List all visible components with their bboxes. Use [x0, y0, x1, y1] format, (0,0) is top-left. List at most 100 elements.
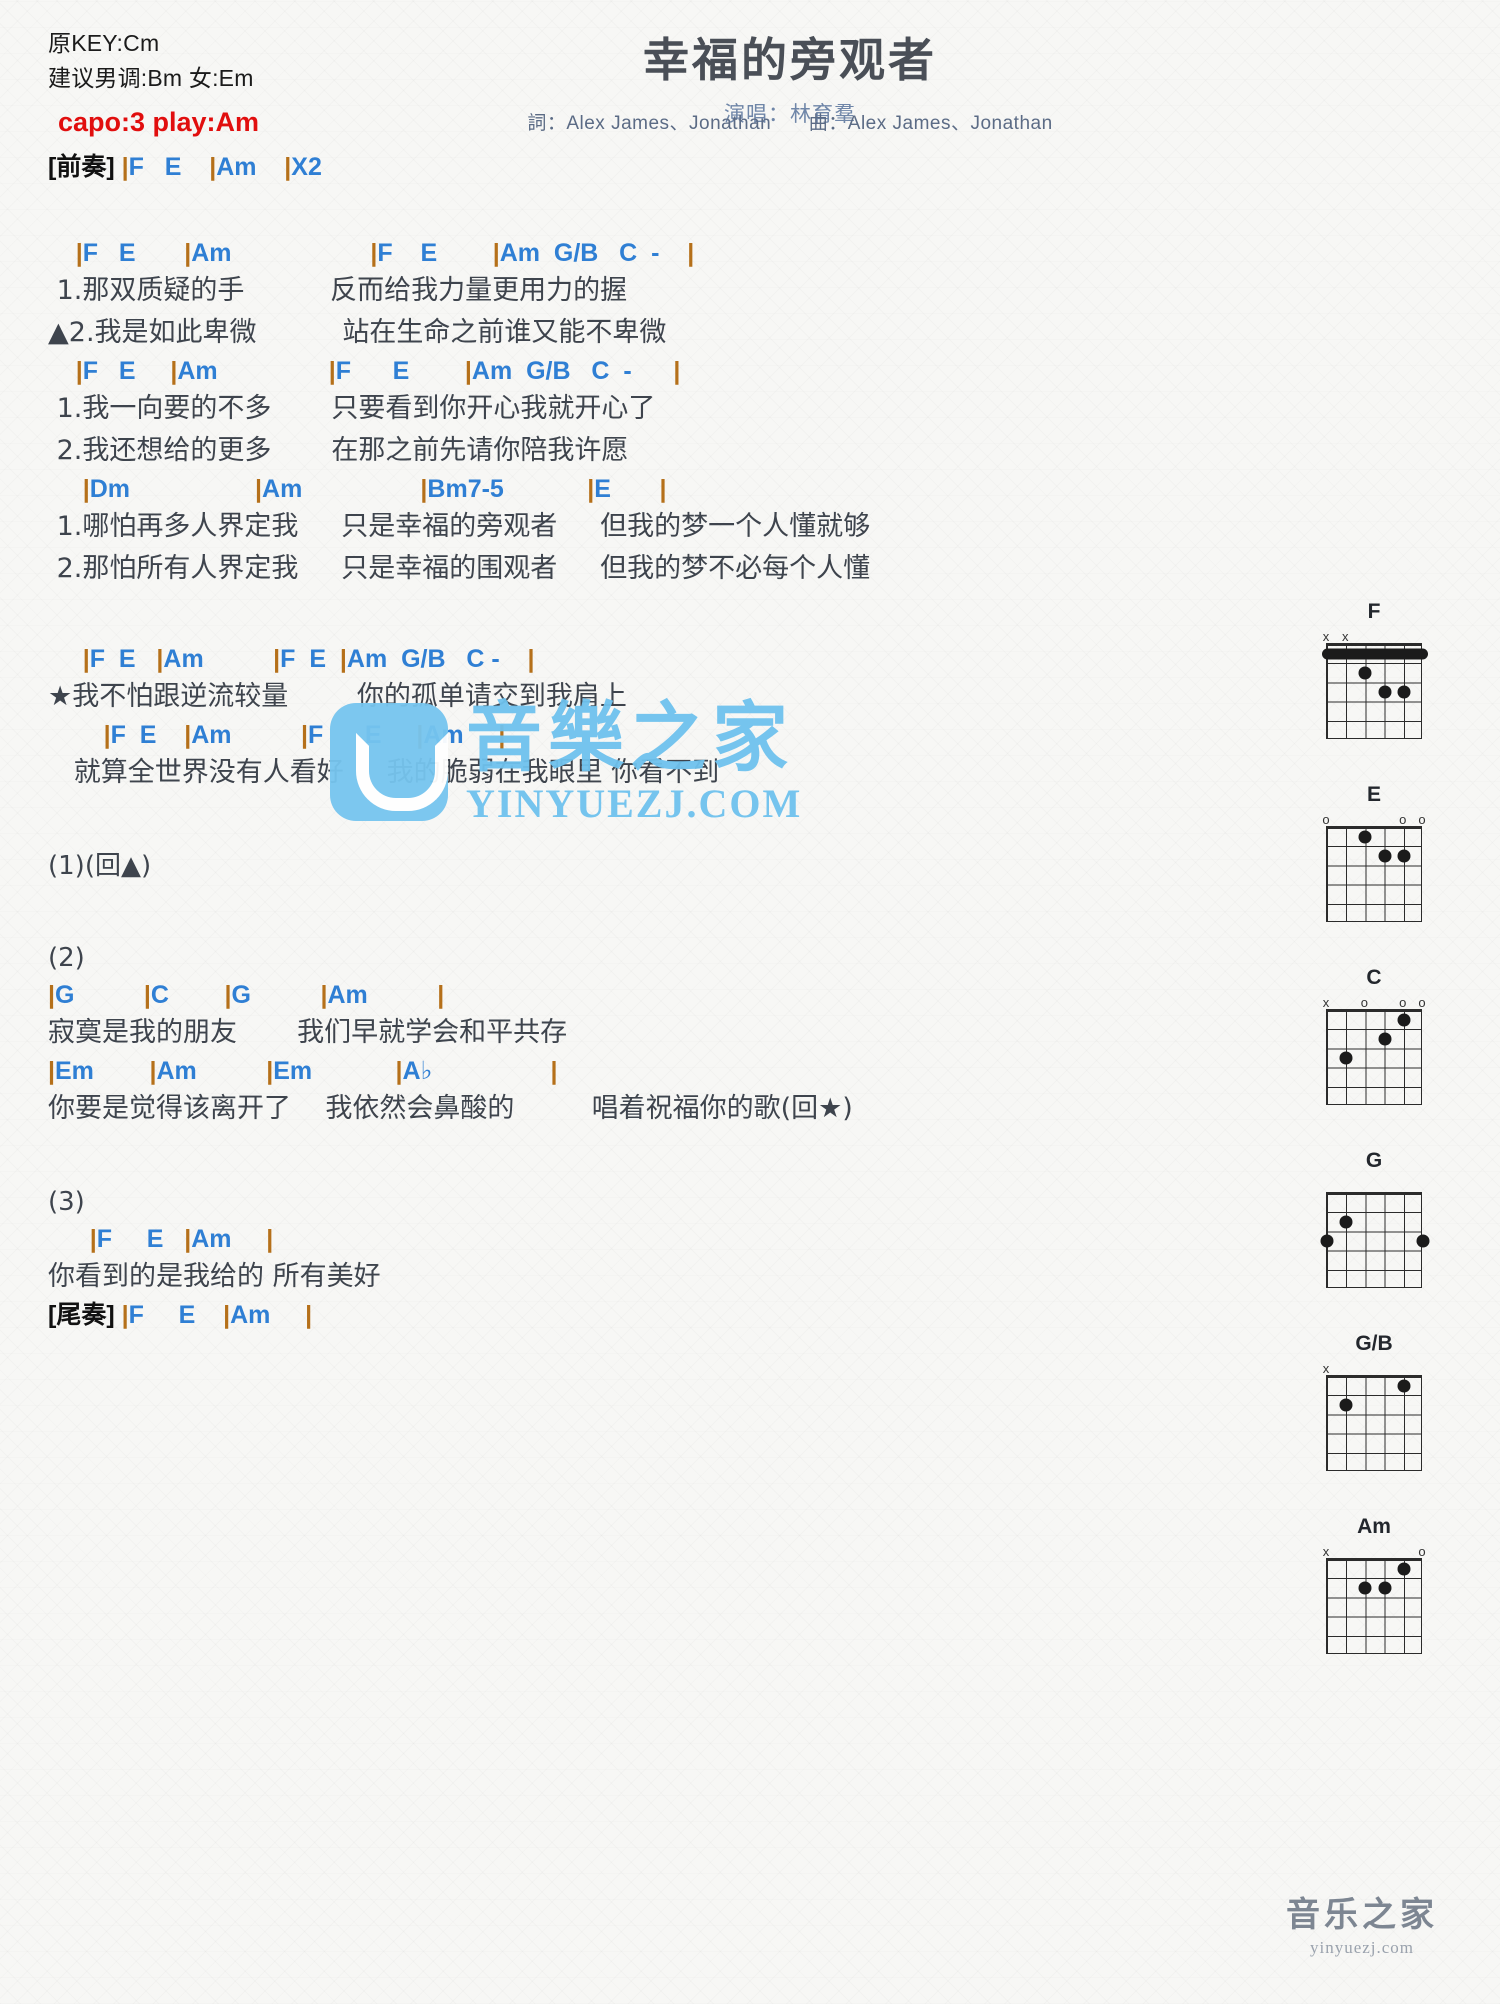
chord-diagram-grid-wrap: xo	[1322, 1544, 1426, 1654]
key-info-block: 原KEY:Cm 建议男调:Bm 女:Em capo:3 play:Am	[48, 26, 259, 143]
lyric-line: ▲2.我是如此卑微 站在生命之前谁又能不卑微	[48, 317, 667, 348]
nut-line	[1326, 1009, 1422, 1012]
finger-dot	[1397, 849, 1411, 863]
chord-diagram-name: F	[1367, 600, 1381, 623]
chord-diagram-F: Fxx	[1304, 600, 1444, 739]
lyric-line: 寂寞是我的朋友 我们早就学会和平共存	[48, 1017, 568, 1048]
chord-diagram-G-B: G/B x	[1304, 1332, 1444, 1471]
section-marker: (2)	[48, 943, 85, 973]
chord-line: |F E |Am |	[89, 1225, 274, 1253]
chord-diagram-C: Cxooo	[1304, 966, 1444, 1105]
chord-diagram-grid-wrap: xooo	[1322, 995, 1426, 1105]
muted-string-icon: x	[1322, 629, 1330, 644]
finger-dot	[1358, 1581, 1372, 1595]
open-mute-markers: ooo	[1322, 812, 1425, 827]
chord-line: |F E |Am |F E |Am G/B C - |	[75, 357, 681, 385]
page-title: 幸福的旁观者	[643, 33, 937, 87]
finger-dot	[1397, 685, 1411, 699]
lyric-line: ★我不怕跟逆流较量 你的孤单请交到我肩上	[48, 681, 627, 712]
fretboard-grid	[1320, 1192, 1430, 1288]
barre-bar	[1322, 648, 1428, 660]
fretboard-grid	[1326, 826, 1422, 922]
finger-dot	[1378, 1032, 1392, 1046]
lyric-line: 1.我一向要的不多 只要看到你开心我就开心了	[48, 393, 656, 424]
nut-line	[1326, 1558, 1422, 1561]
open-string-icon: o	[1399, 995, 1407, 1010]
footer-logo: 音乐之家 yinyuezj.com	[1286, 1887, 1438, 1958]
chord-diagram-column: Fx x Eo o o Cx o o o G G/B x Am x o	[1304, 600, 1444, 1698]
fretboard-grid	[1326, 1558, 1422, 1654]
section-marker: (1)(回▲)	[48, 851, 152, 881]
muted-string-icon: x	[1322, 1544, 1330, 1559]
chord-diagram-name: Am	[1357, 1515, 1391, 1538]
chord-diagram-grid-wrap: x	[1322, 1361, 1422, 1471]
lyric-line: 1.哪怕再多人界定我 只是幸福的旁观者 但我的梦一个人懂就够	[48, 511, 871, 542]
open-mute-markers: x	[1322, 1361, 1422, 1376]
footer-logo-en: yinyuezj.com	[1309, 1938, 1415, 1957]
finger-dot	[1378, 685, 1392, 699]
open-string-icon: o	[1399, 812, 1407, 827]
finger-dot	[1397, 1379, 1411, 1393]
chord-lyric-body: [前奏] |F E |Am |X2 |F E |Am |F E |Am G/B …	[0, 150, 1060, 1384]
lyric-line: 2.我还想给的更多 在那之前先请你陪我许愿	[48, 435, 629, 466]
fretboard-grid	[1322, 643, 1428, 739]
muted-string-icon: x	[1341, 629, 1349, 644]
muted-string-icon: x	[1322, 1361, 1330, 1376]
open-string-icon: o	[1418, 1544, 1426, 1559]
chord-line: |F E |Am |F E |Am G/B C - |	[82, 645, 535, 673]
chord-diagram-G: G	[1304, 1149, 1444, 1288]
chord-diagram-grid-wrap	[1320, 1179, 1430, 1288]
finger-dot	[1397, 1013, 1411, 1027]
suggested-key: 建议男调:Bm 女:Em	[48, 64, 254, 91]
open-mute-markers: xo	[1322, 1544, 1426, 1559]
open-string-icon: o	[1360, 995, 1369, 1010]
finger-dot	[1397, 1562, 1411, 1576]
outro-line: [尾奏] |F E |Am |	[48, 1301, 313, 1329]
lyric-line: 2.那怕所有人界定我 只是幸福的围观者 但我的梦不必每个人懂	[48, 553, 871, 584]
open-string-icon: o	[1322, 812, 1330, 827]
chord-diagram-name: C	[1366, 966, 1382, 989]
chord-line: |F E |Am |F E |Am |	[103, 721, 506, 749]
capo-instruction: capo:3 play:Am	[58, 106, 260, 137]
finger-dot	[1378, 849, 1392, 863]
finger-dot	[1339, 1051, 1353, 1065]
nut-line	[1326, 1192, 1422, 1195]
open-mute-markers: xooo	[1322, 995, 1426, 1010]
composer-credit: 曲：Alex James、Jonathan	[808, 113, 1053, 134]
footer-logo-cn: 音乐之家	[1286, 1895, 1438, 1935]
chord-diagram-Am: Am x o	[1304, 1515, 1444, 1654]
chord-line: |Dm |Am |Bm7-5 |E |	[82, 475, 667, 503]
lyric-line: 你看到的是我给的 所有美好	[48, 1261, 381, 1292]
finger-dot	[1378, 1581, 1392, 1595]
nut-line	[1326, 826, 1422, 829]
muted-string-icon: x	[1322, 995, 1330, 1010]
finger-dot	[1416, 1234, 1430, 1248]
lyric-line: 就算全世界没有人看好 我的脆弱在我眼里 你看不到	[48, 757, 720, 788]
finger-dot	[1339, 1215, 1353, 1229]
section-marker: (3)	[48, 1187, 85, 1217]
chord-diagram-name: G/B	[1355, 1332, 1393, 1355]
lyric-line: 你要是觉得该离开了 我依然会鼻酸的 唱着祝福你的歌(回★)	[48, 1093, 853, 1124]
finger-dot	[1358, 666, 1372, 680]
fretboard-grid	[1326, 1009, 1422, 1105]
credits-line: 詞：Alex James、Jonathan 曲：Alex James、Jonat…	[430, 108, 1150, 135]
open-mute-markers: xx	[1322, 629, 1422, 644]
open-string-icon: o	[1418, 995, 1426, 1010]
nut-line	[1326, 643, 1422, 646]
nut-line	[1326, 1375, 1422, 1378]
chord-line: |F E |Am |F E |Am G/B C - |	[75, 239, 695, 267]
original-key: 原KEY:Cm	[48, 30, 160, 56]
chord-diagram-grid-wrap: ooo	[1322, 812, 1426, 922]
finger-dot	[1320, 1234, 1334, 1248]
lyric-line: 1.那双质疑的手 反而给我力量更用力的握	[48, 275, 628, 306]
intro-line: [前奏] |F E |Am |X2	[48, 153, 322, 181]
open-mute-markers	[1326, 1179, 1422, 1192]
fretboard-grid	[1326, 1375, 1422, 1471]
lyricist-credit: 詞：Alex James、Jonathan	[527, 113, 772, 134]
